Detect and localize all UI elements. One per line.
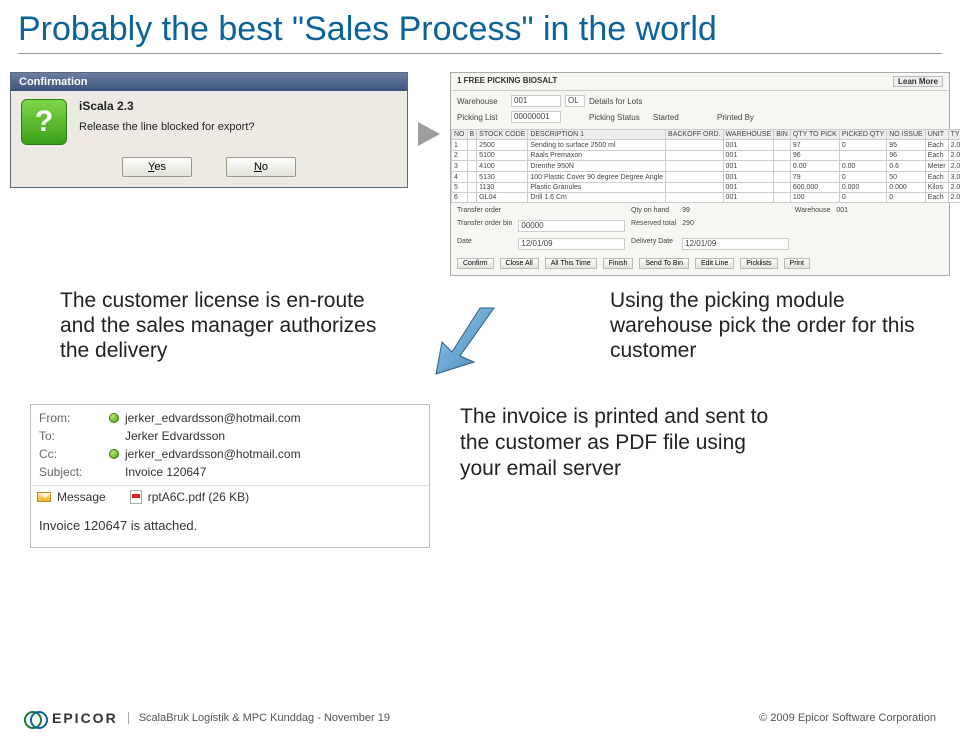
presence-icon xyxy=(109,413,119,423)
table-row[interactable]: 34100Drenthe 950N0010.000.000.6Meter2.00… xyxy=(452,161,960,172)
table-row[interactable]: 25100Raals Premaxon0019696Each2.00 xyxy=(452,151,960,161)
table-row[interactable]: 6GL04Drill 1.6 Cm00110000Each2.00 xyxy=(452,193,960,203)
column-header: BACKOFF ORD. xyxy=(666,130,724,140)
epicor-logo: EPICOR xyxy=(24,710,118,726)
to-label: To: xyxy=(39,429,109,443)
from-value: jerker_edvardsson@hotmail.com xyxy=(125,411,421,425)
lean-more-button[interactable]: Lean More xyxy=(893,76,943,87)
table-row[interactable]: 45130100 Plastic Cover 90 degree Degree … xyxy=(452,172,960,183)
picking-list-field[interactable]: 00000001 xyxy=(511,111,561,123)
warehouse-field[interactable]: 001 xyxy=(511,95,561,107)
caption-invoice: The invoice is printed and sent to the c… xyxy=(460,404,790,483)
arrow-diagonal-icon xyxy=(420,300,500,385)
column-header: WAREHOUSE xyxy=(723,130,774,140)
transfer-order-label: Transfer order xyxy=(457,207,512,214)
top-row: Confirmation ? iScala 2.3 Release the li… xyxy=(10,72,950,276)
slide-footer: EPICOR ScalaBruk Logistik & MPC Kunddag … xyxy=(0,710,960,726)
reserved-total-label: Reserved total xyxy=(631,220,676,232)
picking-action-button[interactable]: Edit Line xyxy=(695,258,734,269)
table-row[interactable]: 51130Plastic Granules001600.0000.0000.00… xyxy=(452,183,960,193)
column-header: STOCK CODE xyxy=(477,130,528,140)
picking-action-button[interactable]: Finish xyxy=(603,258,634,269)
picking-action-button[interactable]: Send To Bin xyxy=(639,258,689,269)
column-header: NO xyxy=(452,130,468,140)
column-header: QTY TO PICK xyxy=(790,130,839,140)
confirmation-dialog: Confirmation ? iScala 2.3 Release the li… xyxy=(10,72,408,188)
dialog-message: Release the line blocked for export? xyxy=(79,121,255,133)
picking-list-label: Picking List xyxy=(457,113,507,122)
pdf-icon xyxy=(130,490,142,504)
yes-button[interactable]: Yes xyxy=(122,157,192,177)
delivery-date-field[interactable]: 12/01/09 xyxy=(682,238,789,250)
question-icon: ? xyxy=(21,99,67,145)
picking-action-button[interactable]: Confirm xyxy=(457,258,494,269)
arrow-right-icon xyxy=(418,122,440,146)
cc-label: Cc: xyxy=(39,447,109,461)
qty-on-hand-value: 99 xyxy=(682,207,789,214)
no-button[interactable]: No xyxy=(226,157,296,177)
dialog-app-name: iScala 2.3 xyxy=(79,99,255,113)
logo-text: EPICOR xyxy=(52,710,118,726)
column-header: NO ISSUE xyxy=(887,130,925,140)
message-tab[interactable]: Message xyxy=(57,490,106,504)
printed-by-label: Printed By xyxy=(717,113,777,122)
footer-copyright: © 2009 Epicor Software Corporation xyxy=(759,712,936,724)
picking-table: NOBSTOCK CODEDESCRIPTION 1BACKOFF ORD.WA… xyxy=(451,129,960,203)
email-preview: From: jerker_edvardsson@hotmail.com To: … xyxy=(30,404,430,548)
details-lots-label: Details for Lots xyxy=(589,97,649,106)
reserved-total-value: 290 xyxy=(682,220,789,232)
title-underline xyxy=(18,53,942,54)
cc-value: jerker_edvardsson@hotmail.com xyxy=(125,447,421,461)
column-header: B xyxy=(467,130,477,140)
column-header: PICKED QTY xyxy=(839,130,886,140)
column-header: DESCRIPTION 1 xyxy=(528,130,666,140)
footer-left-text: ScalaBruk Logistik & MPC Kunddag - Novem… xyxy=(128,712,390,724)
transfer-bin-label: Transfer order bin xyxy=(457,220,512,232)
foot-warehouse-value: 001 xyxy=(836,207,943,214)
attachment-tab[interactable]: rptA6C.pdf (26 KB) xyxy=(148,490,249,504)
picking-action-button[interactable]: Picklists xyxy=(740,258,777,269)
column-header: BIN xyxy=(774,130,791,140)
subject-label: Subject: xyxy=(39,465,109,479)
qty-on-hand-label: Qty on hand xyxy=(631,207,676,214)
transfer-bin-field[interactable]: 00000 xyxy=(518,220,625,232)
slide-title: Probably the best "Sales Process" in the… xyxy=(0,0,960,49)
picking-status-label: Picking Status xyxy=(589,113,649,122)
logo-mark-icon xyxy=(24,711,46,725)
warehouse-label: Warehouse xyxy=(457,97,507,106)
dialog-titlebar: Confirmation xyxy=(11,73,407,91)
date-field[interactable]: 12/01/09 xyxy=(518,238,625,250)
subject-value: Invoice 120647 xyxy=(125,465,421,479)
table-row[interactable]: 12500Sending to surface 2500 ml00197095E… xyxy=(452,140,960,151)
email-body-text: Invoice 120647 is attached. xyxy=(31,508,429,547)
delivery-date-label: Delivery Date xyxy=(631,238,676,250)
envelope-icon xyxy=(37,492,51,502)
picking-window-title: 1 FREE PICKING BIOSALT xyxy=(457,76,557,87)
column-header: TYPE xyxy=(948,130,960,140)
presence-icon xyxy=(109,449,119,459)
caption-picking: Using the picking module warehouse pick … xyxy=(610,288,930,364)
picking-action-button[interactable]: Close All xyxy=(500,258,539,269)
to-value: Jerker Edvardsson xyxy=(125,429,421,443)
picking-action-button[interactable]: Print xyxy=(784,258,810,269)
column-header: UNIT xyxy=(925,130,948,140)
date-label: Date xyxy=(457,238,512,250)
picking-action-button[interactable]: All This Time xyxy=(545,258,597,269)
from-label: From: xyxy=(39,411,109,425)
foot-warehouse-label: Warehouse xyxy=(795,207,831,214)
ol-field[interactable]: OL xyxy=(565,95,585,107)
caption-dialog: The customer license is en-route and the… xyxy=(60,288,390,364)
picking-window: 1 FREE PICKING BIOSALT Lean More Warehou… xyxy=(450,72,950,276)
picking-status-value: Started xyxy=(653,113,713,122)
